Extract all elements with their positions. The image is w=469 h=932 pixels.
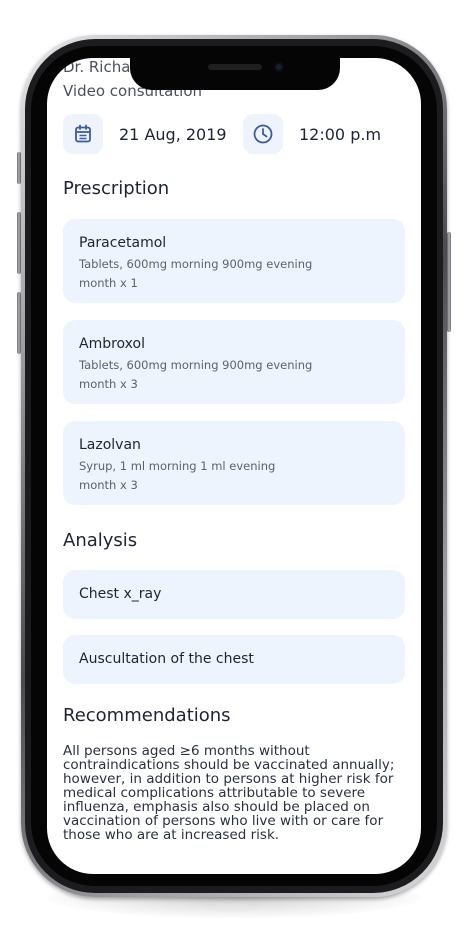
medication-name: Ambroxol (79, 336, 145, 352)
medication-name: Lazolvan (79, 437, 141, 453)
recommendations-text: All persons aged ≥6 months without contr… (63, 743, 395, 843)
medication-dosage: Syrup, 1 ml morning 1 ml evening (79, 459, 276, 473)
medication-dosage: Tablets, 600mg morning 900mg evening (79, 257, 313, 271)
calendar-icon (63, 114, 103, 154)
power-button (447, 232, 451, 332)
appointment-date: 21 Aug, 2019 (119, 125, 227, 144)
prescription-card[interactable]: Lazolvan Syrup, 1 ml morning 1 ml evenin… (63, 421, 405, 505)
analysis-card[interactable]: Chest x_ray (63, 570, 405, 619)
speaker-grille (208, 64, 262, 70)
phone-screen: Dr. Richa Video consultation 21 Aug, 201… (47, 58, 421, 874)
appointment-datetime: 21 Aug, 2019 12:00 p.m (63, 114, 405, 156)
prescription-title: Prescription (63, 178, 170, 199)
analysis-title: Analysis (63, 530, 138, 551)
prescription-card[interactable]: Paracetamol Tablets, 600mg morning 900mg… (63, 219, 405, 303)
medication-dosage: Tablets, 600mg morning 900mg evening (79, 358, 313, 372)
notch (130, 58, 340, 90)
medication-duration: month x 1 (79, 276, 138, 290)
analysis-name: Chest x_ray (79, 586, 162, 602)
medication-duration: month x 3 (79, 478, 138, 492)
prescription-card[interactable]: Ambroxol Tablets, 600mg morning 900mg ev… (63, 320, 405, 404)
medication-name: Paracetamol (79, 235, 167, 251)
front-camera (274, 62, 284, 72)
medication-duration: month x 3 (79, 377, 138, 391)
analysis-card[interactable]: Auscultation of the chest (63, 635, 405, 684)
clock-icon (243, 114, 283, 154)
appointment-time: 12:00 p.m (299, 125, 382, 144)
analysis-name: Auscultation of the chest (79, 651, 254, 667)
recommendations-title: Recommendations (63, 705, 231, 726)
doctor-name: Dr. Richa (63, 58, 131, 76)
